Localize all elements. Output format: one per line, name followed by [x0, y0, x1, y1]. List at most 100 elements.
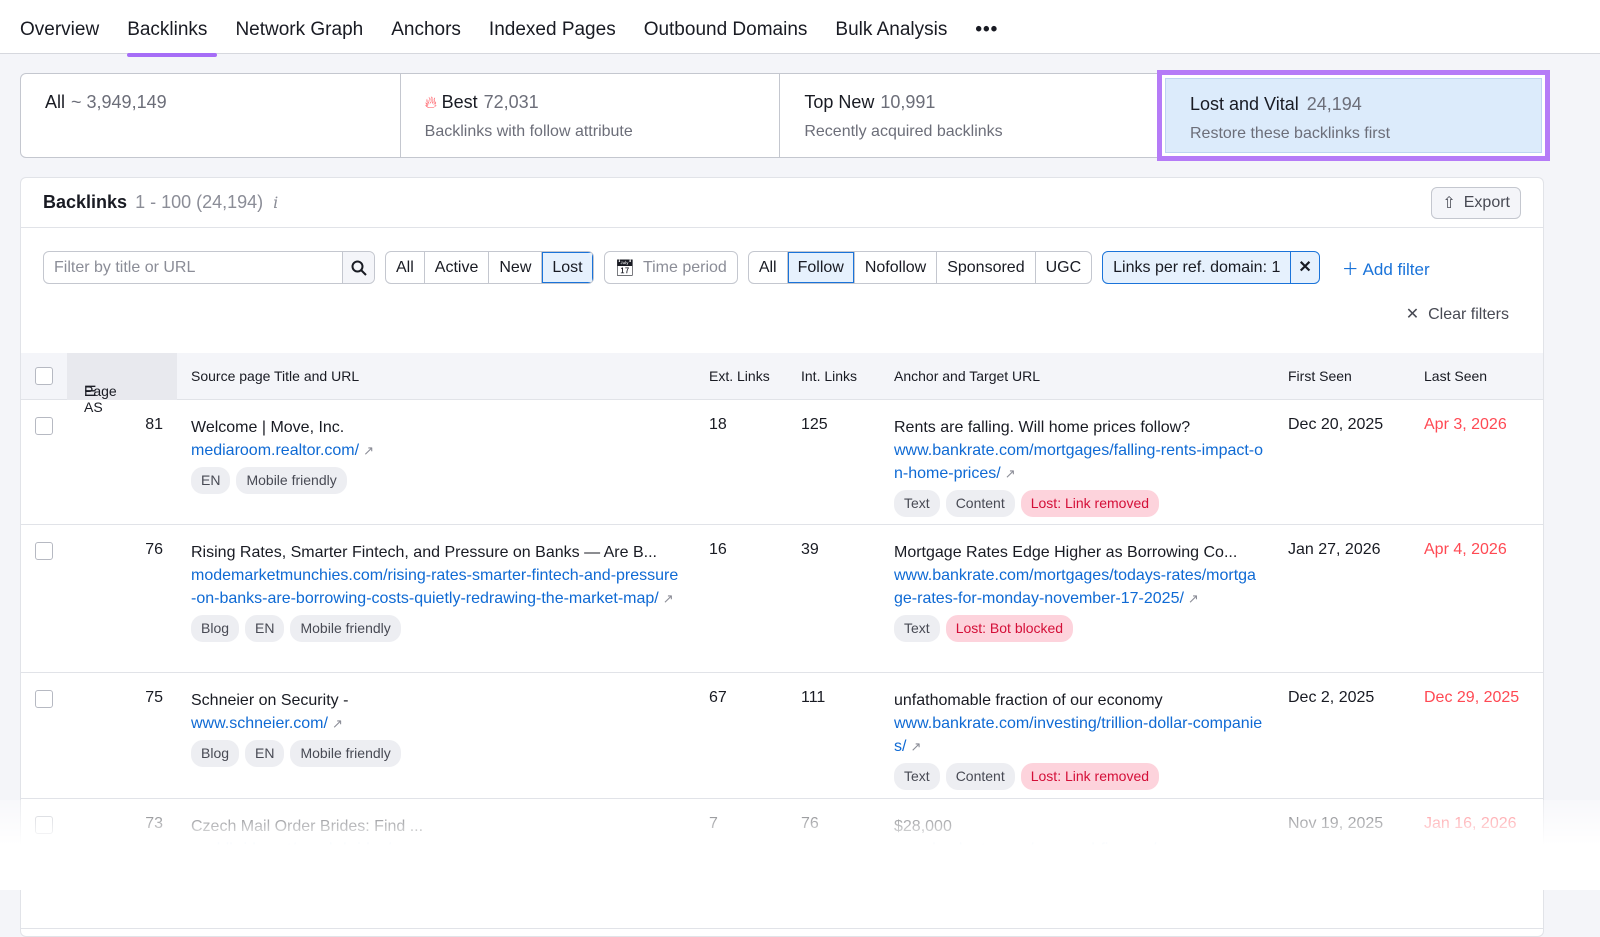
page-as: 76: [145, 541, 163, 558]
tag: EN: [245, 740, 285, 767]
col-source: Source page Title and URL: [191, 368, 360, 384]
tag: Mobile friendly: [290, 615, 401, 642]
tab-bar: Overview Backlinks Network Graph Anchors Ind…: [0, 0, 1600, 57]
link-type-filter: All Follow Nofollow Sponsored UGC: [747, 251, 1093, 284]
tag: Blog: [191, 740, 240, 767]
anchor-text: Rents are falling. Will home prices foll…: [894, 419, 1191, 436]
tag: Mobile friendly: [236, 467, 347, 494]
first-seen: Dec 20, 2025: [1288, 416, 1384, 433]
card-subtitle: Restore these backlinks first: [1190, 125, 1391, 142]
calendar-icon: 📅︎: [614, 259, 635, 277]
tab-anchors[interactable]: Anchors: [391, 0, 461, 54]
status-option-all[interactable]: All: [386, 252, 425, 283]
tag: EN: [191, 467, 231, 494]
status-option-active[interactable]: Active: [425, 252, 490, 283]
first-seen: Jan 27, 2026: [1288, 541, 1381, 558]
col-int-links[interactable]: Int. Links: [801, 368, 857, 384]
last-seen: Apr 3, 2026: [1424, 416, 1507, 433]
card-all[interactable]: All ~ 3,949,149: [21, 74, 401, 157]
type-option-all[interactable]: All: [749, 252, 788, 283]
fade-overlay: [0, 800, 1600, 890]
source-url[interactable]: modemarketmunchies.com/rising-rates-smar…: [191, 567, 678, 607]
ext-links: 18: [709, 416, 727, 433]
card-count: 24,194: [1306, 94, 1362, 114]
card-subtitle: Backlinks with follow attribute: [424, 123, 633, 140]
time-period-button[interactable]: 📅︎ Time period: [603, 251, 738, 284]
sort-icon: ☰: [84, 383, 97, 399]
card-lost-and-vital[interactable]: Lost and Vital 24,194 Restore these backli…: [1157, 70, 1550, 161]
status-option-new[interactable]: New: [489, 252, 543, 283]
tab-network-graph[interactable]: Network Graph: [235, 0, 363, 54]
tag: Mobile friendly: [290, 740, 401, 767]
col-first-seen[interactable]: First Seen: [1288, 368, 1352, 384]
tag: Blog: [191, 615, 240, 642]
upload-icon: ⇧: [1442, 195, 1456, 212]
card-top-new[interactable]: Top New 10,991 Recently acquired backlinks: [780, 74, 1159, 157]
col-last-seen[interactable]: Last Seen: [1424, 368, 1487, 384]
tab-overview[interactable]: Overview: [20, 0, 99, 54]
export-label: Export: [1463, 194, 1510, 211]
search-input[interactable]: Filter by title or URL: [43, 251, 375, 284]
external-link-icon[interactable]: ↗: [363, 443, 374, 458]
target-url[interactable]: www.bankrate.com/investing/trillion-doll…: [894, 715, 1262, 755]
add-filter-label: Add filter: [1362, 260, 1430, 279]
clear-filters-button[interactable]: ✕ Clear filters: [1406, 304, 1509, 324]
tag: Text: [894, 490, 940, 517]
anchor-text: Mortgage Rates Edge Higher as Borrowing …: [894, 544, 1238, 561]
col-anchor: Anchor and Target URL: [894, 368, 1041, 384]
last-seen: Dec 29, 2025: [1424, 689, 1520, 706]
type-option-follow[interactable]: Follow: [787, 252, 855, 283]
type-option-ugc[interactable]: UGC: [1036, 252, 1092, 283]
target-url[interactable]: www.bankrate.com/mortgages/todays-rates/…: [894, 567, 1256, 607]
external-link-icon[interactable]: ↗: [663, 591, 674, 606]
card-count: ~ 3,949,149: [71, 92, 167, 112]
table-row: 76 Rising Rates, Smarter Fintech, and Pr…: [21, 525, 1543, 673]
search-icon[interactable]: [342, 252, 374, 283]
int-links: 125: [801, 416, 828, 433]
external-link-icon[interactable]: ↗: [1005, 466, 1016, 481]
table-row: 75 Schneier on Security - www.schneier.co…: [21, 673, 1543, 799]
source-title: Welcome | Move, Inc.: [191, 419, 345, 436]
select-all-checkbox[interactable]: [35, 367, 53, 385]
more-icon[interactable]: •••: [975, 0, 998, 54]
tab-bulk-analysis[interactable]: Bulk Analysis: [835, 0, 947, 54]
table-header: Page AS ☰ Source page Title and URL Ext.…: [21, 353, 1543, 415]
first-seen: Dec 2, 2025: [1288, 689, 1375, 706]
card-title: Top New: [804, 92, 875, 112]
tab-backlinks[interactable]: Backlinks: [127, 0, 218, 57]
close-icon[interactable]: ✕: [1290, 252, 1318, 283]
chip-label[interactable]: Links per ref. domain: 1: [1103, 252, 1290, 283]
source-title: Schneier on Security -: [191, 692, 349, 709]
tab-indexed-pages[interactable]: Indexed Pages: [489, 0, 616, 54]
export-button[interactable]: ⇧ Export: [1431, 187, 1521, 219]
card-count: 72,031: [483, 92, 539, 112]
target-url[interactable]: www.bankrate.com/mortgages/falling-rents…: [894, 442, 1263, 482]
status-option-lost[interactable]: Lost: [542, 252, 593, 283]
row-checkbox[interactable]: [35, 417, 53, 435]
external-link-icon[interactable]: ↗: [910, 739, 921, 754]
tag: EN: [245, 615, 285, 642]
add-filter-button[interactable]: ＋ Add filter: [1342, 255, 1430, 280]
external-link-icon[interactable]: ↗: [332, 716, 343, 731]
summary-cards: All ~ 3,949,149 🔥︎ Best 72,031 Backlinks wi…: [20, 73, 1160, 158]
table-row: 81 Welcome | Move, Inc. mediaroom.realtor…: [21, 400, 1543, 525]
row-checkbox[interactable]: [35, 690, 53, 708]
close-icon: ✕: [1405, 306, 1420, 323]
clear-filters-label: Clear filters: [1428, 306, 1509, 323]
source-url[interactable]: www.schneier.com/: [191, 715, 328, 732]
page-as: 75: [145, 689, 163, 706]
search-placeholder: Filter by title or URL: [54, 259, 196, 276]
tag: Content: [945, 763, 1015, 790]
row-checkbox[interactable]: [35, 542, 53, 560]
type-option-nofollow[interactable]: Nofollow: [855, 252, 938, 283]
card-best[interactable]: 🔥︎ Best 72,031 Backlinks with follow attri…: [401, 74, 781, 157]
lost-badge: Lost: Link removed: [1020, 763, 1160, 790]
tab-outbound-domains[interactable]: Outbound Domains: [644, 0, 808, 54]
source-url[interactable]: mediaroom.realtor.com/: [191, 442, 359, 459]
col-ext-links[interactable]: Ext. Links: [709, 368, 770, 384]
external-link-icon[interactable]: ↗: [1188, 591, 1199, 606]
card-title: Lost and Vital: [1190, 94, 1299, 114]
anchor-text: unfathomable fraction of our economy: [894, 692, 1163, 709]
type-option-sponsored[interactable]: Sponsored: [937, 252, 1036, 283]
info-icon[interactable]: i: [273, 193, 278, 212]
